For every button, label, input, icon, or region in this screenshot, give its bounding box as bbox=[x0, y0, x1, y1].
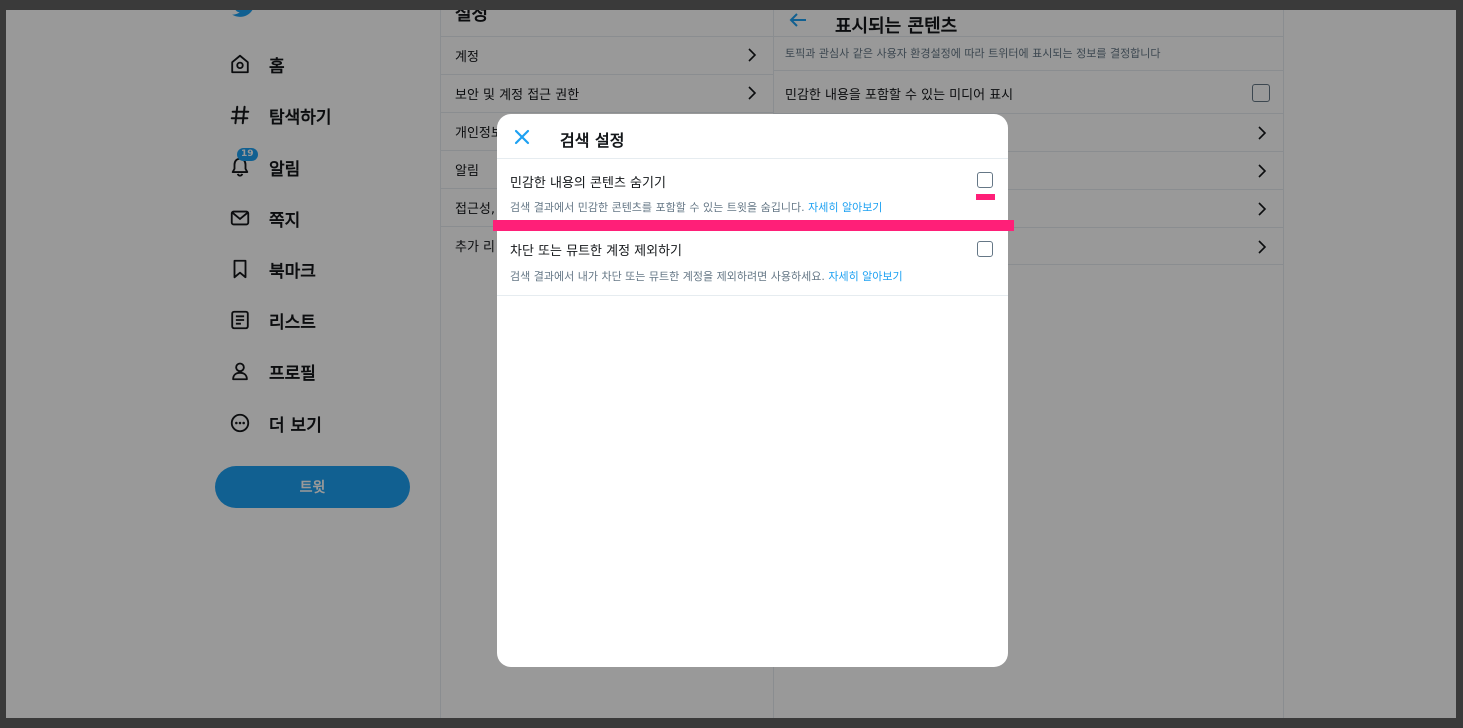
option-title: 차단 또는 뮤트한 계정 제외하기 bbox=[510, 244, 683, 259]
option-description-text: 검색 결과에서 민감한 콘텐츠를 포함할 수 있는 트윗을 숨깁니다. bbox=[510, 201, 809, 214]
hide-sensitive-option[interactable]: 민감한 내용의 콘텐츠 숨기기 검색 결과에서 민감한 콘텐츠를 포함할 수 있… bbox=[497, 159, 1008, 227]
exclude-blocked-option[interactable]: 차단 또는 뮤트한 계정 제외하기 검색 결과에서 내가 차단 또는 뮤트한 계… bbox=[497, 227, 1008, 296]
app-frame: 홈 탐색하기 19 알림 쪽지 북마크 리스트 프로필 더 보기 트윗 설정 계… bbox=[6, 10, 1456, 718]
exclude-blocked-checkbox[interactable] bbox=[977, 241, 993, 257]
close-icon[interactable] bbox=[513, 128, 531, 146]
highlight-mark bbox=[976, 194, 995, 200]
learn-more-link[interactable]: 자세히 알아보기 bbox=[828, 270, 902, 283]
option-description: 검색 결과에서 내가 차단 또는 뮤트한 계정을 제외하려면 사용하세요. 자세… bbox=[510, 268, 903, 284]
learn-more-link[interactable]: 자세히 알아보기 bbox=[808, 201, 882, 214]
search-settings-modal: 검색 설정 민감한 내용의 콘텐츠 숨기기 검색 결과에서 민감한 콘텐츠를 포… bbox=[497, 114, 1008, 667]
hide-sensitive-checkbox[interactable] bbox=[977, 172, 993, 188]
modal-title: 검색 설정 bbox=[560, 131, 625, 150]
option-title: 민감한 내용의 콘텐츠 숨기기 bbox=[510, 176, 666, 191]
highlight-line bbox=[493, 220, 1014, 231]
option-description-text: 검색 결과에서 내가 차단 또는 뮤트한 계정을 제외하려면 사용하세요. bbox=[510, 270, 829, 283]
option-description: 검색 결과에서 민감한 콘텐츠를 포함할 수 있는 트윗을 숨깁니다. 자세히 … bbox=[510, 199, 882, 215]
twitter-page: 홈 탐색하기 19 알림 쪽지 북마크 리스트 프로필 더 보기 트윗 설정 계… bbox=[6, 10, 1456, 718]
modal-header: 검색 설정 bbox=[497, 114, 1008, 159]
